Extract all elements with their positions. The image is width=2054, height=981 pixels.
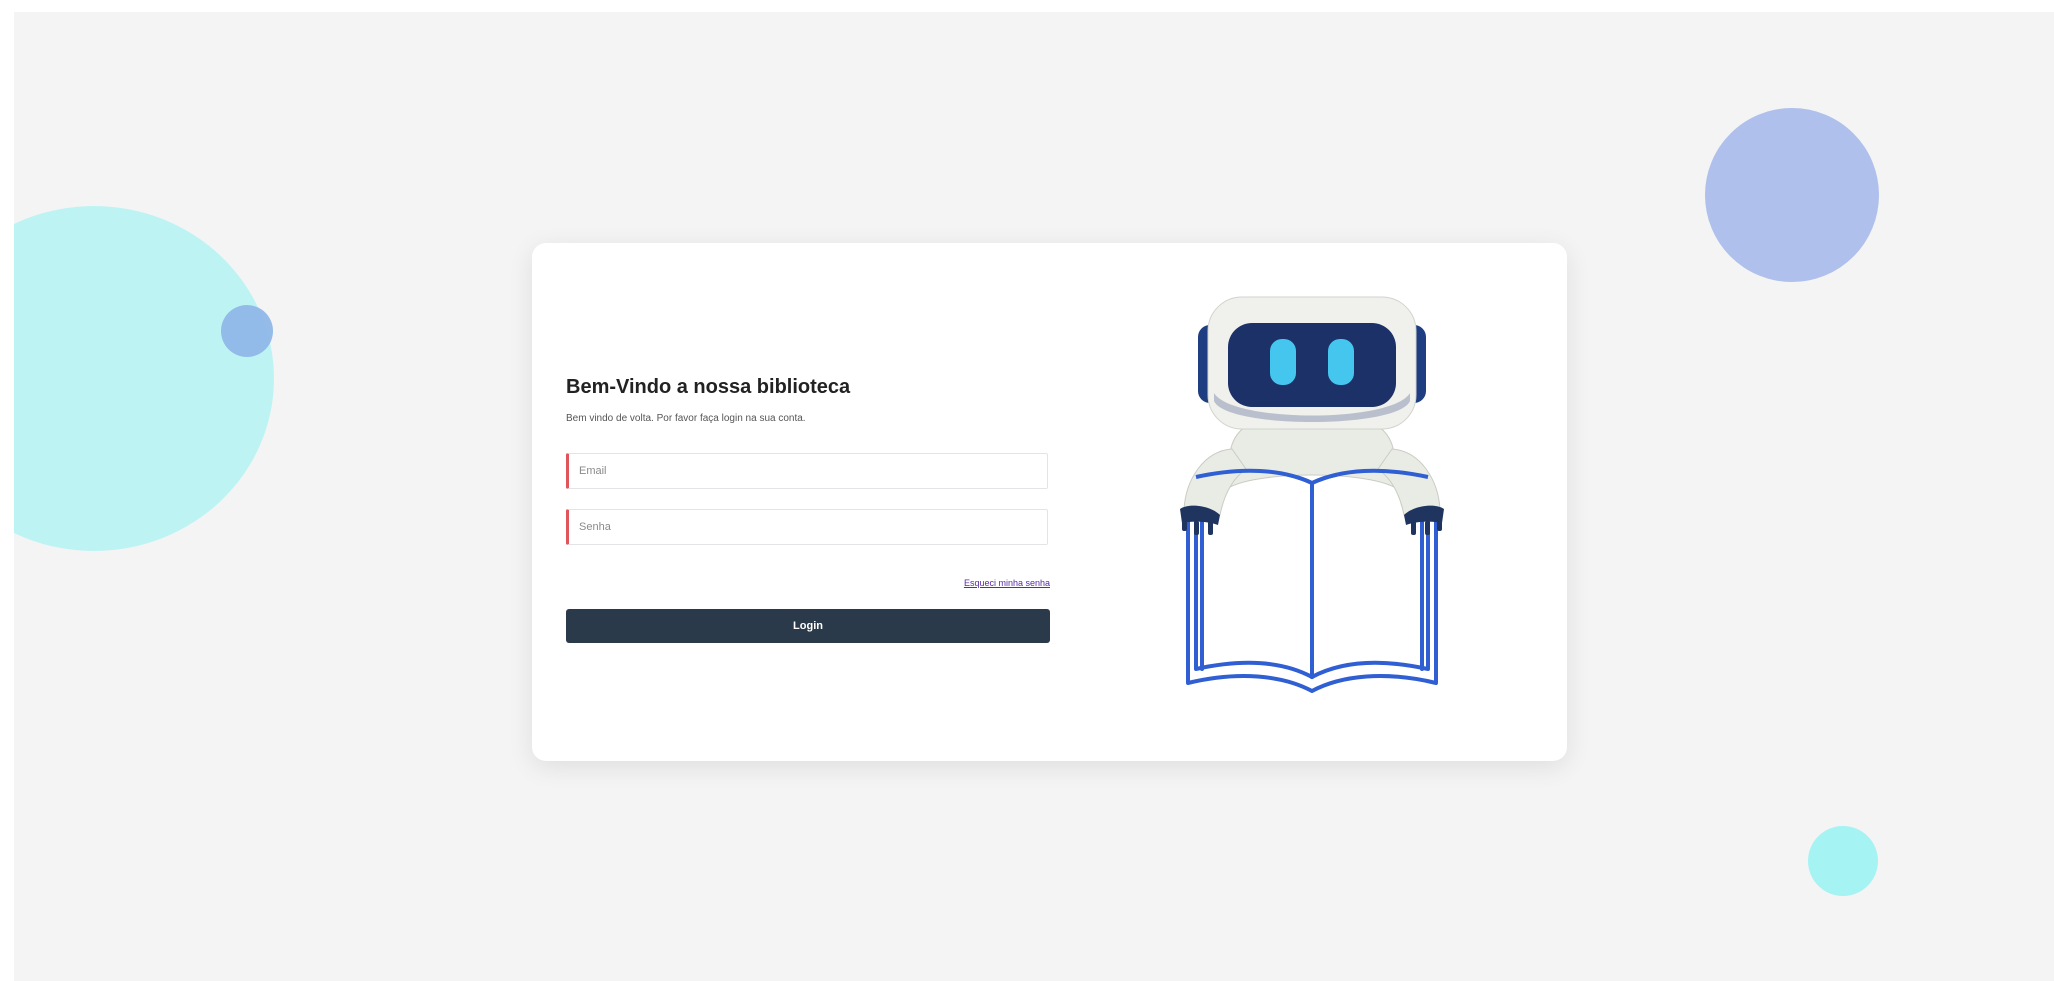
page-title: Bem-Vindo a nossa biblioteca [566,376,851,398]
password-field[interactable] [566,509,1048,545]
page-subtitle: Bem vindo de volta. Por favor faça login… [566,413,806,424]
login-page: Bem-Vindo a nossa biblioteca Bem vindo d… [14,12,2054,981]
decorative-circle-cyan-small [1808,826,1878,896]
login-button[interactable]: Login [566,609,1050,643]
login-card: Bem-Vindo a nossa biblioteca Bem vindo d… [532,243,1567,761]
login-form: Bem-Vindo a nossa biblioteca Bem vindo d… [566,243,1050,761]
decorative-circle-blue-small [221,305,273,357]
book-icon [1186,468,1438,693]
decorative-circle-cyan-large [14,206,274,551]
robot-reading-book-icon [1162,273,1462,713]
decorative-circle-blue-large [1705,108,1879,282]
forgot-password-link[interactable]: Esqueci minha senha [964,578,1050,588]
email-field[interactable] [566,453,1048,489]
